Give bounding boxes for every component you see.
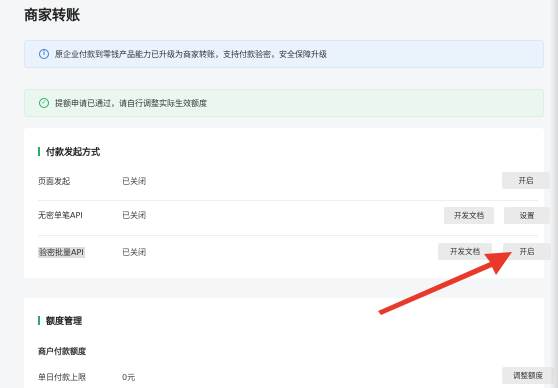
- window-edge-shadow: [550, 0, 558, 388]
- annotation-arrow-shape: [378, 252, 512, 315]
- annotation-arrow: [378, 252, 512, 315]
